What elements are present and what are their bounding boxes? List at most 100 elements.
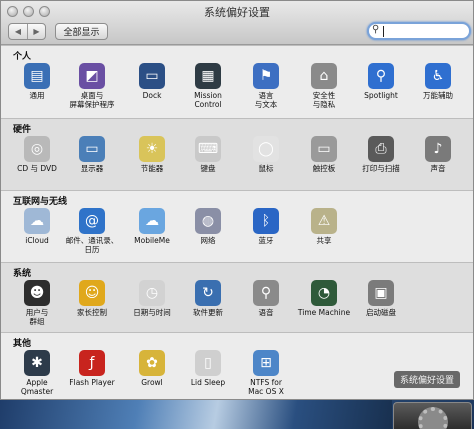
network-icon: ◍ — [195, 208, 221, 234]
pref-pane-label: 语言 与文本 — [254, 91, 278, 109]
pref-pane-label: 蓝牙 — [258, 236, 274, 245]
search-icon: ⚲ — [372, 24, 380, 35]
toolbar: 系统偏好设置 ◀ ▶ 全部显示 ⚲ — [1, 1, 473, 45]
universal-access-icon: ♿ — [425, 63, 451, 89]
keyboard-icon: ⌨ — [195, 136, 221, 162]
pref-pane-label: CD 与 DVD — [17, 164, 57, 173]
pref-pane-network[interactable]: ◍ 网络 — [177, 208, 239, 245]
pref-pane-label: 邮件、通讯录、 日历 — [65, 236, 119, 254]
pref-pane-label: Lid Sleep — [190, 378, 226, 387]
pref-pane-flash-player[interactable]: ƒ Flash Player — [61, 350, 123, 387]
pref-pane-cd-dvd[interactable]: ◎ CD 与 DVD — [6, 136, 68, 173]
users-groups-icon: ☻ — [24, 280, 50, 306]
ntfs-icon: ⊞ — [253, 350, 279, 376]
lid-sleep-icon: ▯ — [195, 350, 221, 376]
window-title: 系统偏好设置 — [204, 6, 270, 19]
pref-pane-icloud[interactable]: ☁ iCloud — [6, 208, 68, 245]
pref-pane-label: 通用 — [29, 91, 45, 100]
pref-pane-apple-qmaster[interactable]: ✱ Apple Qmaster — [6, 350, 68, 396]
pref-pane-trackpad[interactable]: ▭ 触控板 — [293, 136, 355, 173]
mission-control-icon: ▦ — [195, 63, 221, 89]
pref-pane-software-update[interactable]: ↻ 软件更新 — [177, 280, 239, 317]
cd-dvd-icon: ◎ — [24, 136, 50, 162]
pref-pane-label: 键盘 — [200, 164, 216, 173]
pref-pane-speech[interactable]: ⚲ 语音 — [235, 280, 297, 317]
energy-saver-icon: ☀ — [139, 136, 165, 162]
pref-pane-spotlight[interactable]: ⚲ Spotlight — [350, 63, 412, 100]
pref-pane-label: 启动磁盘 — [366, 308, 396, 317]
forward-button[interactable]: ▶ — [27, 24, 45, 39]
system-preferences-window: 系统偏好设置 ◀ ▶ 全部显示 ⚲ 个人 ▤ 通用 ◩ 桌面与 屏幕保护程序 ▭ Dock ▦… — [0, 0, 474, 400]
mobileme-icon: ☁ — [139, 208, 165, 234]
pref-pane-startup-disk[interactable]: ▣ 启动磁盘 — [350, 280, 412, 317]
pref-pane-mail-contacts-calendars[interactable]: @ 邮件、通讯录、 日历 — [61, 208, 123, 254]
displays-icon: ▭ — [79, 136, 105, 162]
pref-pane-label: 万能辅助 — [423, 91, 453, 100]
pref-pane-parental-controls[interactable]: ☺ 家长控制 — [61, 280, 123, 317]
pref-pane-keyboard[interactable]: ⌨ 键盘 — [177, 136, 239, 173]
pref-pane-label: 日期与时间 — [133, 308, 171, 317]
pref-pane-label: iCloud — [25, 236, 49, 245]
growl-icon: ✿ — [139, 350, 165, 376]
section-title: 硬件 — [13, 125, 32, 135]
pref-pane-label: 触控板 — [312, 164, 336, 173]
pref-pane-label: 共享 — [316, 236, 332, 245]
pref-pane-label: 鼠标 — [258, 164, 274, 173]
pref-pane-mission-control[interactable]: ▦ Mission Control — [177, 63, 239, 109]
pref-pane-desktop-screensaver[interactable]: ◩ 桌面与 屏幕保护程序 — [61, 63, 123, 109]
pref-pane-general[interactable]: ▤ 通用 — [6, 63, 68, 100]
section-2: 互联网与无线 ☁ iCloud @ 邮件、通讯录、 日历 ☁ MobileMe ◍ 网络 ᛒ 蓝牙 ⚠… — [1, 190, 473, 262]
section-3: 系统 ☻ 用户与 群组 ☺ 家长控制 ◷ 日期与时间 ↻ 软件更新 ⚲ 语音 ◔ Time Machin… — [1, 262, 473, 332]
general-icon: ▤ — [24, 63, 50, 89]
apple-qmaster-icon: ✱ — [24, 350, 50, 376]
pref-pane-date-time[interactable]: ◷ 日期与时间 — [121, 280, 183, 317]
pref-pane-label: 语音 — [258, 308, 274, 317]
pref-pane-lid-sleep[interactable]: ▯ Lid Sleep — [177, 350, 239, 387]
pref-pane-mobileme[interactable]: ☁ MobileMe — [121, 208, 183, 245]
pref-pane-bluetooth[interactable]: ᛒ 蓝牙 — [235, 208, 297, 245]
system-preferences-dock-icon[interactable] — [393, 402, 472, 429]
pref-pane-label: 安全性 与隐私 — [312, 91, 336, 109]
dock-tooltip: 系统偏好设置 — [394, 371, 461, 388]
pref-pane-label: Mission Control — [194, 91, 222, 109]
pref-pane-growl[interactable]: ✿ Growl — [121, 350, 183, 387]
pref-pane-mouse[interactable]: ◯ 鼠标 — [235, 136, 297, 173]
pref-pane-ntfs[interactable]: ⊞ NTFS for Mac OS X — [235, 350, 297, 396]
pref-pane-security-privacy[interactable]: ⌂ 安全性 与隐私 — [293, 63, 355, 109]
date-time-icon: ◷ — [139, 280, 165, 306]
section-1: 硬件 ◎ CD 与 DVD ▭ 显示器 ☀ 节能器 ⌨ 键盘 ◯ 鼠标 ▭ 触控板 ⎙ 打印与扫描 ♪ 声音 — [1, 118, 473, 190]
time-machine-icon: ◔ — [311, 280, 337, 306]
pref-pane-sharing[interactable]: ⚠ 共享 — [293, 208, 355, 245]
pref-pane-time-machine[interactable]: ◔ Time Machine — [293, 280, 355, 317]
pref-pane-label: Time Machine — [297, 308, 351, 317]
pref-pane-label: 用户与 群组 — [25, 308, 49, 326]
pref-pane-universal-access[interactable]: ♿ 万能辅助 — [407, 63, 469, 100]
sharing-icon: ⚠ — [311, 208, 337, 234]
pref-pane-label: Flash Player — [69, 378, 115, 387]
pref-pane-dock[interactable]: ▭ Dock — [121, 63, 183, 100]
pref-pane-print-scan[interactable]: ⎙ 打印与扫描 — [350, 136, 412, 173]
pref-pane-label: Apple Qmaster — [20, 378, 54, 396]
nav-buttons: ◀ ▶ — [8, 23, 46, 40]
desktop-screensaver-icon: ◩ — [79, 63, 105, 89]
pref-pane-label: Growl — [141, 378, 163, 387]
spotlight-icon: ⚲ — [368, 63, 394, 89]
show-all-button[interactable]: 全部显示 — [55, 23, 108, 40]
mail-contacts-calendars-icon: @ — [79, 208, 105, 234]
pref-pane-label: 显示器 — [80, 164, 104, 173]
pref-pane-language-text[interactable]: ⚑ 语言 与文本 — [235, 63, 297, 109]
pref-pane-label: 软件更新 — [193, 308, 223, 317]
pref-pane-label: MobileMe — [134, 236, 170, 245]
pref-pane-sound[interactable]: ♪ 声音 — [407, 136, 469, 173]
pref-pane-energy-saver[interactable]: ☀ 节能器 — [121, 136, 183, 173]
back-button[interactable]: ◀ — [9, 24, 27, 39]
section-4: 其他 ✱ Apple Qmaster ƒ Flash Player ✿ Growl ▯ Lid … — [1, 332, 473, 399]
pref-pane-displays[interactable]: ▭ 显示器 — [61, 136, 123, 173]
pref-pane-label: NTFS for Mac OS X — [248, 378, 284, 396]
pref-pane-label: 打印与扫描 — [362, 164, 400, 173]
section-title: 互联网与无线 — [13, 197, 68, 207]
pref-pane-users-groups[interactable]: ☻ 用户与 群组 — [6, 280, 68, 326]
search-field[interactable]: ⚲ — [367, 22, 471, 40]
sound-icon: ♪ — [425, 136, 451, 162]
parental-controls-icon: ☺ — [79, 280, 105, 306]
